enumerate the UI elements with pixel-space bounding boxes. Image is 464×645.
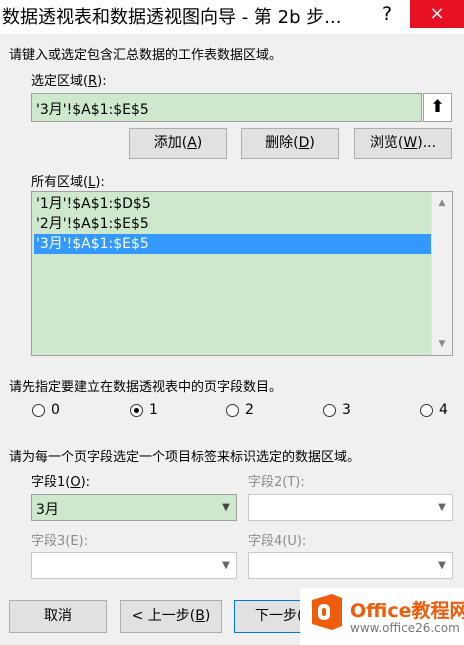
radio-0-label: 0: [51, 402, 60, 418]
radio-3[interactable]: [323, 404, 336, 417]
field1-select[interactable]: 3月 ▼: [31, 494, 237, 521]
radio-1-label: 1: [149, 402, 158, 418]
all-ranges-label: 所有区域(L):: [31, 175, 105, 190]
list-item[interactable]: '2月'!$A$1:$E$5: [34, 214, 431, 234]
window-title: 数据透视表和数据透视图向导 - 第 2b 步...: [2, 7, 342, 28]
watermark-logo: Office教程网 www.office26.com: [300, 588, 464, 645]
range-input-value: '3月'!$A$1:$E$5: [36, 102, 149, 118]
close-button[interactable]: ×: [410, 0, 464, 28]
page-fields-instruction: 请先指定要建立在数据透视表中的页字段数目。: [9, 380, 283, 395]
range-label: 选定区域(R):: [31, 74, 107, 89]
collapse-dialog-icon[interactable]: ⬆: [423, 93, 452, 122]
radio-1[interactable]: [130, 404, 143, 417]
range-input[interactable]: '3月'!$A$1:$E$5: [31, 93, 422, 122]
field2-select[interactable]: ▼: [248, 494, 453, 521]
field1-label: 字段1(O):: [31, 475, 91, 490]
radio-4[interactable]: [420, 404, 433, 417]
field4-select[interactable]: ▼: [248, 552, 453, 579]
field2-label: 字段2(T):: [248, 475, 305, 490]
range-instruction: 请键入或选定包含汇总数据的工作表数据区域。: [9, 48, 283, 63]
scroll-down-icon[interactable]: ▼: [432, 335, 452, 353]
scroll-up-icon[interactable]: ▲: [432, 194, 452, 212]
cancel-button[interactable]: 取消: [9, 600, 107, 633]
field3-label: 字段3(E):: [31, 534, 89, 549]
chevron-down-icon[interactable]: ▼: [432, 495, 452, 520]
radio-3-label: 3: [342, 402, 351, 418]
watermark-url: www.office26.com: [350, 621, 460, 635]
all-ranges-list[interactable]: '1月'!$A$1:$D$5 '2月'!$A$1:$E$5 '3月'!$A$1:…: [31, 191, 453, 356]
back-button[interactable]: < 上一步(B): [120, 600, 222, 633]
field3-select[interactable]: ▼: [31, 552, 237, 579]
radio-4-label: 4: [439, 402, 448, 418]
list-item[interactable]: '1月'!$A$1:$D$5: [34, 194, 431, 214]
add-button[interactable]: 添加(A): [129, 128, 227, 159]
delete-button[interactable]: 删除(D): [241, 128, 339, 159]
watermark-brand: Office教程网: [350, 600, 464, 622]
list-item-selected[interactable]: '3月'!$A$1:$E$5: [34, 234, 431, 254]
radio-2[interactable]: [226, 404, 239, 417]
field1-value: 3月: [36, 502, 59, 518]
field-labels-instruction: 请为每一个页字段选定一个项目标签来标识选定的数据区域。: [9, 450, 361, 465]
chevron-down-icon[interactable]: ▼: [216, 553, 236, 578]
list-scrollbar[interactable]: ▲ ▼: [431, 192, 452, 355]
chevron-down-icon[interactable]: ▼: [432, 553, 452, 578]
chevron-down-icon[interactable]: ▼: [216, 495, 236, 520]
office-logo-icon: [312, 594, 342, 630]
browse-button[interactable]: 浏览(W)...: [354, 128, 452, 159]
help-button[interactable]: ?: [375, 2, 399, 26]
field4-label: 字段4(U):: [248, 534, 307, 549]
radio-2-label: 2: [245, 402, 254, 418]
radio-0[interactable]: [32, 404, 45, 417]
